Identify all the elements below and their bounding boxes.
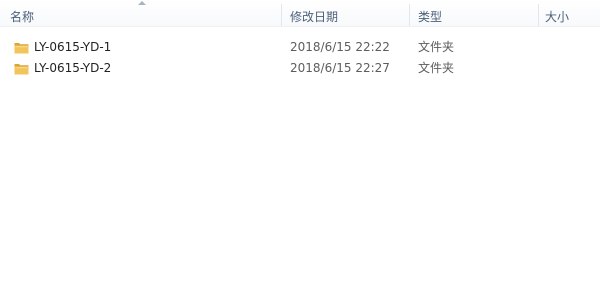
column-header-size[interactable]: 大小 bbox=[539, 0, 600, 26]
file-date-modified: 2018/6/15 22:22 bbox=[290, 40, 390, 54]
file-row[interactable]: LY-0615-YD-2 2018/6/15 22:27 文件夹 bbox=[0, 58, 600, 79]
file-name[interactable]: LY-0615-YD-2 bbox=[34, 58, 111, 79]
file-type: 文件夹 bbox=[418, 61, 455, 75]
file-name[interactable]: LY-0615-YD-1 bbox=[34, 37, 111, 58]
file-date-modified: 2018/6/15 22:27 bbox=[290, 61, 390, 75]
folder-icon bbox=[14, 64, 29, 75]
folder-icon bbox=[14, 43, 29, 54]
column-header-type[interactable]: 类型 bbox=[410, 0, 538, 26]
file-explorer-list: 名称 修改日期 类型 大小 LY-0615-YD-1 2018/6/15 22:… bbox=[0, 0, 600, 282]
column-header-bar: 名称 修改日期 类型 大小 bbox=[0, 0, 600, 27]
column-header-name[interactable]: 名称 bbox=[0, 0, 281, 26]
file-type: 文件夹 bbox=[418, 40, 455, 54]
file-row[interactable]: LY-0615-YD-1 2018/6/15 22:22 文件夹 bbox=[0, 37, 600, 58]
file-list: LY-0615-YD-1 2018/6/15 22:22 文件夹 LY-0615… bbox=[0, 37, 600, 79]
column-header-date-modified[interactable]: 修改日期 bbox=[282, 0, 409, 26]
